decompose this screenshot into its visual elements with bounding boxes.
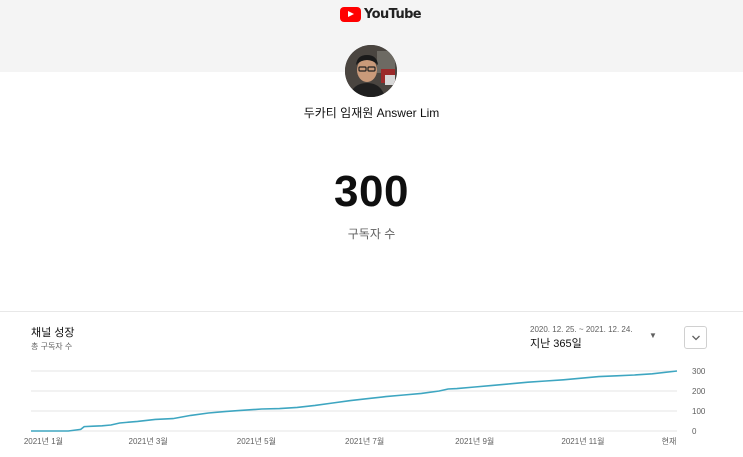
- expand-button[interactable]: [684, 326, 707, 349]
- avatar: [345, 45, 397, 97]
- x-tick-label: 2021년 9월: [455, 436, 494, 446]
- date-range: 2020. 12. 25. ~ 2021. 12. 24.: [530, 325, 633, 334]
- y-tick-label: 100: [692, 407, 706, 416]
- subscriber-growth-chart: 0 100 200 300 2021년 1월 2021년 3월 2021년 5월 2021년 …: [24, 367, 706, 446]
- caret-down-icon[interactable]: ▼: [649, 331, 657, 340]
- subscriber-label: 구독자 수: [347, 227, 396, 241]
- growth-title: 채널 성장: [31, 327, 75, 339]
- x-tick-label: 2021년 11월: [561, 436, 604, 446]
- youtube-play-icon: [340, 7, 361, 22]
- section-divider: [0, 311, 743, 312]
- y-tick-label: 300: [692, 367, 706, 376]
- x-tick-label: 2021년 7월: [345, 436, 384, 446]
- x-tick-label: 2021년 5월: [237, 436, 276, 446]
- period-selector[interactable]: 지난 365일: [530, 335, 582, 351]
- x-tick-label: 현재: [662, 437, 677, 446]
- y-tick-label: 200: [692, 387, 706, 396]
- subscriber-series-line: [31, 370, 678, 432]
- youtube-logo[interactable]: YouTube: [340, 7, 422, 22]
- logo-text: YouTube: [364, 7, 422, 22]
- growth-subtitle: 총 구독자 수: [31, 342, 73, 351]
- x-tick-label: 2021년 1월: [24, 436, 63, 446]
- x-tick-label: 2021년 3월: [129, 436, 168, 446]
- chevron-down-icon: [691, 335, 700, 340]
- channel-name: 두카티 임재원 Answer Lim: [303, 106, 440, 120]
- y-tick-label: 0: [692, 427, 697, 436]
- subscriber-count: 300: [334, 167, 409, 216]
